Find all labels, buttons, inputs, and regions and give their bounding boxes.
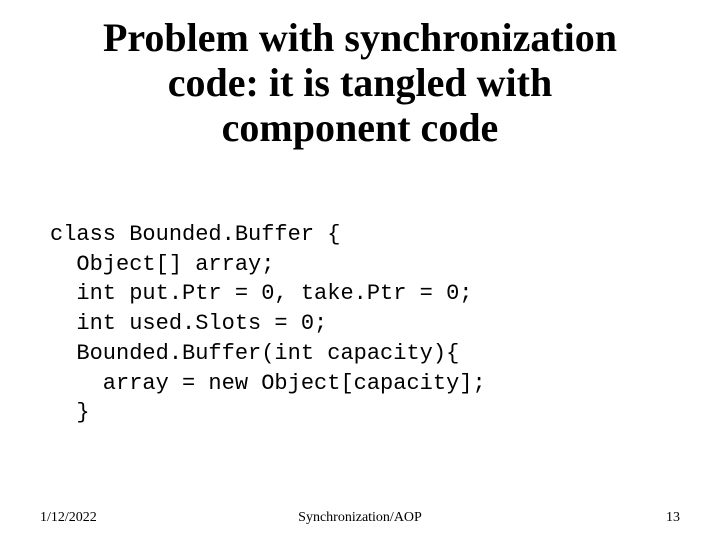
code-line: int put.Ptr = 0, take.Ptr = 0; (50, 281, 472, 306)
footer-page-number: 13 (666, 510, 680, 526)
slide: Problem with synchronization code: it is… (0, 0, 720, 540)
code-line: Object[] array; (50, 252, 274, 277)
code-line: } (50, 400, 90, 425)
footer-title: Synchronization/AOP (0, 510, 720, 526)
code-line: Bounded.Buffer(int capacity){ (50, 341, 459, 366)
code-block: class Bounded.Buffer { Object[] array; i… (50, 190, 680, 428)
slide-title: Problem with synchronization code: it is… (90, 16, 630, 150)
code-line: class Bounded.Buffer { (50, 222, 340, 247)
code-line: array = new Object[capacity]; (50, 371, 486, 396)
code-line: int used.Slots = 0; (50, 311, 327, 336)
